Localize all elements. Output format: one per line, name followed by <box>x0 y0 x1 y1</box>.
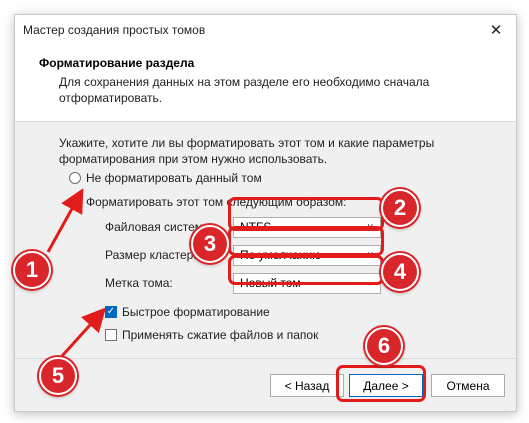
badge-2: 2 <box>381 189 419 227</box>
badge-3: 3 <box>191 225 229 263</box>
badge-4: 4 <box>381 253 419 291</box>
arrow-1 <box>46 188 84 253</box>
arrow-5 <box>60 307 107 358</box>
badge-5: 5 <box>39 357 77 395</box>
badge-6: 6 <box>365 327 403 365</box>
badge-1: 1 <box>13 251 51 289</box>
annotation-arrows <box>46 188 107 358</box>
